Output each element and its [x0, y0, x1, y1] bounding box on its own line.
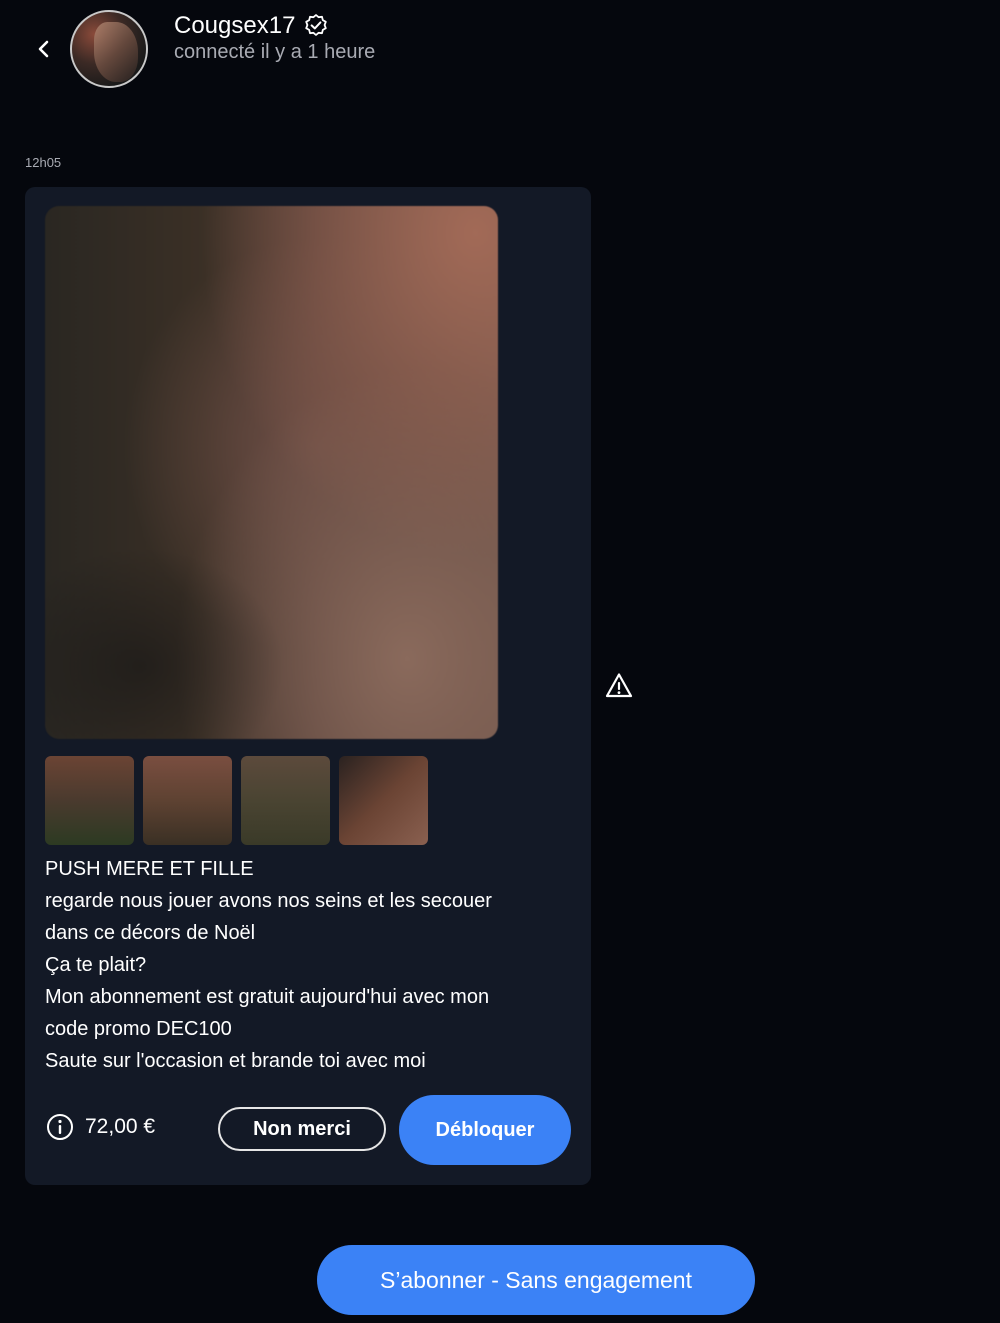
unlock-button[interactable]: Débloquer [399, 1095, 571, 1165]
online-status: connecté il y a 1 heure [174, 41, 376, 63]
media-thumbnail[interactable] [143, 756, 232, 845]
message-line: PUSH MERE ET FILLE [45, 858, 254, 880]
message-line: Ça te plait? [45, 954, 147, 976]
subscribe-button[interactable]: S’abonner - Sans engagement [317, 1245, 755, 1315]
price-row: 72,00 € [45, 1112, 155, 1142]
media-thumbnails [45, 756, 428, 845]
verified-check-icon [305, 14, 328, 36]
username[interactable]: Cougsex17 [174, 12, 295, 40]
warning-icon[interactable] [604, 671, 634, 701]
message-line: regarde nous jouer avons nos seins et le… [45, 890, 492, 912]
message-line: Saute sur l'occasion et brande toi avec … [45, 1050, 426, 1072]
avatar[interactable] [70, 10, 148, 88]
chevron-left-icon [38, 40, 49, 58]
decline-button[interactable]: Non merci [218, 1107, 386, 1151]
message-line: code promo DEC100 [45, 1018, 232, 1040]
media-thumbnail[interactable] [45, 756, 134, 845]
locked-media-preview[interactable] [45, 206, 498, 739]
message-card: PUSH MERE ET FILLE regarde nous jouer av… [25, 187, 591, 1185]
message-line: dans ce décors de Noël [45, 922, 256, 944]
message-text: PUSH MERE ET FILLE regarde nous jouer av… [45, 853, 565, 1077]
username-row[interactable]: Cougsex17 [174, 12, 329, 40]
back-button[interactable] [30, 34, 56, 64]
media-thumbnail[interactable] [241, 756, 330, 845]
media-thumbnail[interactable] [339, 756, 428, 845]
message-timestamp: 12h05 [25, 155, 62, 170]
price-label: 72,00 € [85, 1115, 156, 1138]
message-line: Mon abonnement est gratuit aujourd'hui a… [45, 986, 490, 1008]
chat-header: Cougsex17 connecté il y a 1 heure [0, 0, 1000, 100]
info-icon[interactable] [45, 1112, 75, 1142]
